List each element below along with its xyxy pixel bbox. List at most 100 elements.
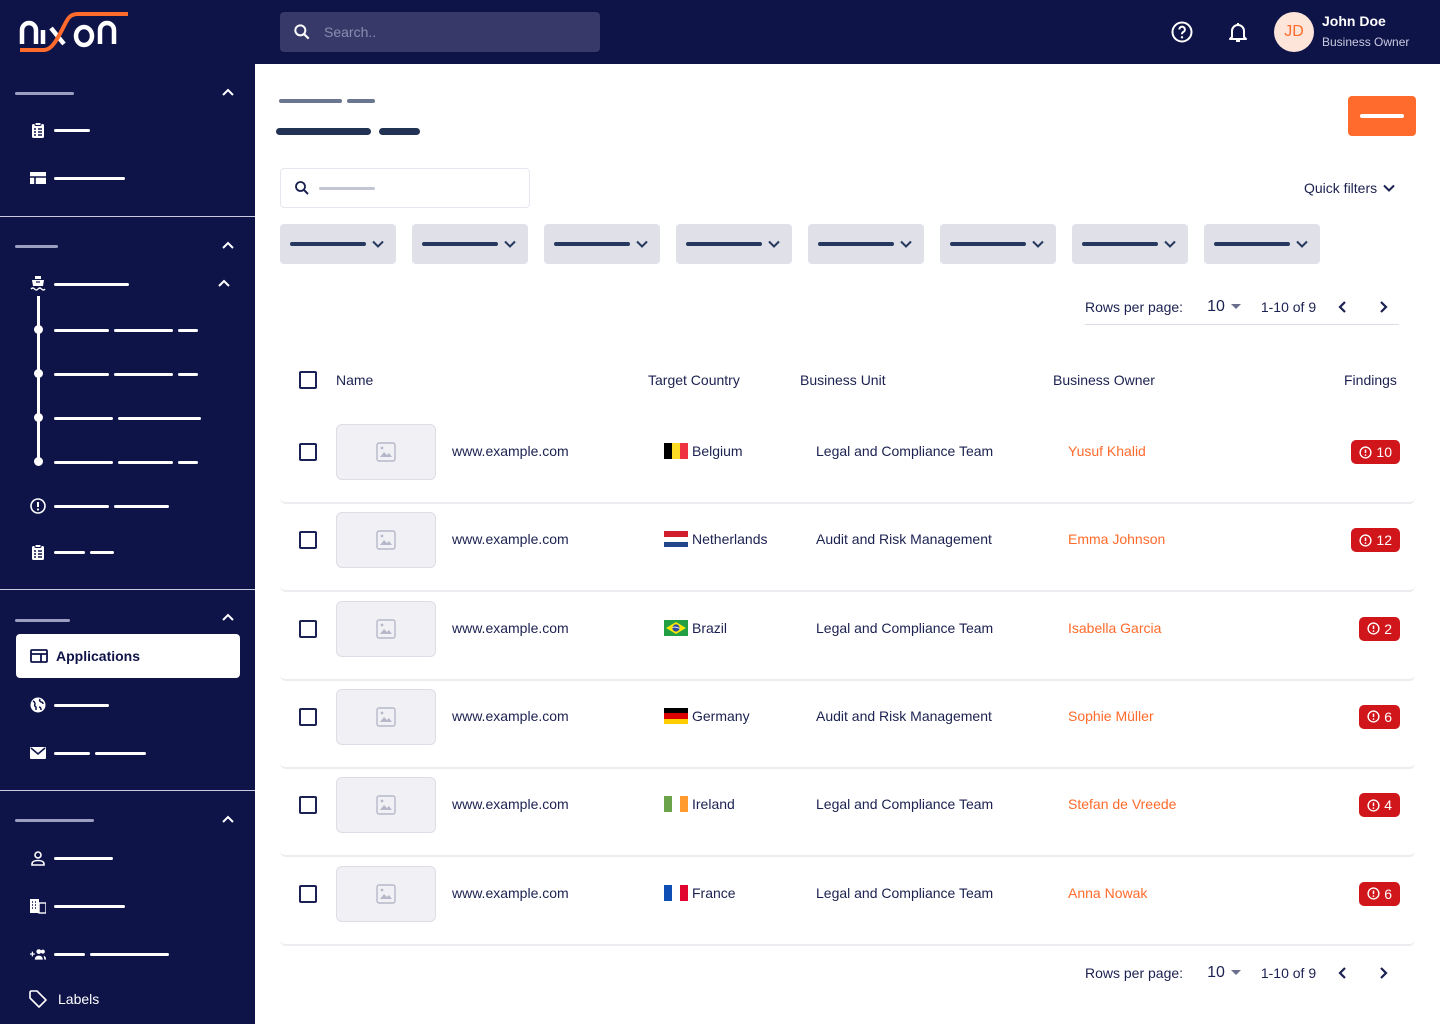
table-row[interactable]: www.example.com Germany Audit and Risk Man… bbox=[280, 681, 1415, 769]
chevron-left-icon[interactable] bbox=[1338, 300, 1348, 314]
filter-dropdown[interactable] bbox=[412, 224, 528, 264]
findings-badge[interactable]: 10 bbox=[1351, 440, 1400, 464]
sidebar-item[interactable] bbox=[30, 846, 118, 870]
row-checkbox[interactable] bbox=[299, 884, 317, 903]
chevron-up-icon[interactable] bbox=[221, 240, 235, 250]
business-owner[interactable]: Yusuf Khalid bbox=[1068, 443, 1146, 459]
global-search-input[interactable]: Search.. bbox=[280, 12, 600, 52]
rows-per-page-select[interactable]: 10 bbox=[1207, 298, 1225, 316]
globe-icon bbox=[30, 697, 46, 713]
chevron-up-icon[interactable] bbox=[221, 87, 235, 97]
row-checkbox[interactable] bbox=[299, 796, 317, 815]
caret-down-icon[interactable] bbox=[1230, 304, 1241, 310]
sidebar-item-applications[interactable]: Applications bbox=[16, 634, 240, 678]
chevron-left-icon[interactable] bbox=[1338, 966, 1348, 980]
rows-per-page-select[interactable]: 10 bbox=[1207, 964, 1225, 982]
chevron-up-icon[interactable] bbox=[221, 814, 235, 824]
user-name[interactable]: John Doe bbox=[1322, 13, 1386, 29]
table-layout-icon bbox=[30, 172, 46, 184]
sidebar-section-title bbox=[15, 819, 94, 822]
table-search-input[interactable] bbox=[280, 168, 530, 208]
help-circle-icon[interactable] bbox=[1170, 20, 1194, 44]
column-header-findings[interactable]: Findings bbox=[1344, 372, 1397, 388]
row-checkbox[interactable] bbox=[299, 619, 317, 638]
tree-node bbox=[34, 325, 43, 334]
findings-badge[interactable]: 4 bbox=[1359, 793, 1400, 818]
findings-badge[interactable]: 2 bbox=[1359, 616, 1400, 641]
business-owner[interactable]: Isabella Garcia bbox=[1068, 620, 1161, 636]
sidebar-subitem[interactable] bbox=[54, 318, 203, 342]
building-icon bbox=[30, 899, 46, 914]
findings-badge[interactable]: 6 bbox=[1359, 704, 1400, 729]
sidebar-subitem[interactable] bbox=[54, 406, 206, 430]
sidebar-item[interactable] bbox=[30, 942, 174, 966]
alert-circle-icon bbox=[1359, 534, 1373, 547]
filter-dropdown[interactable] bbox=[676, 224, 792, 264]
row-checkbox[interactable] bbox=[299, 707, 317, 726]
caret-down-icon[interactable] bbox=[1230, 970, 1241, 976]
table-row[interactable]: www.example.com Belgium Legal and Complian… bbox=[280, 416, 1415, 504]
table-row[interactable]: www.example.com Netherlands Audit and Risk… bbox=[280, 504, 1415, 593]
chevron-down-icon bbox=[1032, 240, 1044, 248]
pagination-bottom: Rows per page: 10 1-10 of 9 bbox=[1085, 964, 1388, 982]
column-header-business-owner[interactable]: Business Owner bbox=[1053, 372, 1155, 388]
sidebar-item[interactable] bbox=[30, 166, 130, 190]
main-content: Quick filters Rows per page: 10 1-10 of … bbox=[255, 64, 1440, 1024]
app-url[interactable]: www.example.com bbox=[452, 531, 569, 547]
business-owner[interactable]: Sophie Müller bbox=[1068, 708, 1154, 724]
row-checkbox[interactable] bbox=[299, 443, 317, 461]
filter-dropdown[interactable] bbox=[280, 224, 396, 264]
clipboard-list-icon bbox=[32, 544, 44, 560]
application-icon bbox=[30, 649, 48, 663]
app-url[interactable]: www.example.com bbox=[452, 885, 569, 901]
business-owner[interactable]: Anna Nowak bbox=[1068, 885, 1147, 901]
redacted-label bbox=[54, 176, 125, 180]
app-url[interactable]: www.example.com bbox=[452, 443, 569, 459]
chevron-up-icon[interactable] bbox=[217, 278, 231, 288]
bell-icon[interactable] bbox=[1226, 20, 1250, 44]
user-avatar[interactable]: JD bbox=[1274, 12, 1314, 52]
row-checkbox[interactable] bbox=[299, 531, 317, 550]
quick-filters-toggle[interactable]: Quick filters bbox=[1304, 180, 1395, 196]
table-row[interactable]: www.example.com Ireland Legal and Complian… bbox=[280, 769, 1415, 858]
breadcrumb-item[interactable] bbox=[347, 99, 375, 103]
column-header-country[interactable]: Target Country bbox=[648, 372, 740, 388]
table-row[interactable]: www.example.com France Legal and Complianc… bbox=[280, 858, 1415, 946]
pagination-top: Rows per page: 10 1-10 of 9 bbox=[1085, 298, 1388, 316]
app-url[interactable]: www.example.com bbox=[452, 620, 569, 636]
column-header-name[interactable]: Name bbox=[336, 372, 373, 388]
findings-badge[interactable]: 6 bbox=[1359, 881, 1400, 906]
sidebar-item[interactable] bbox=[30, 894, 130, 918]
filter-dropdown[interactable] bbox=[1204, 224, 1320, 264]
breadcrumb-item[interactable] bbox=[279, 99, 342, 103]
business-owner[interactable]: Emma Johnson bbox=[1068, 531, 1165, 547]
table-row[interactable]: www.example.com Brazil Legal and Complianc… bbox=[280, 593, 1415, 681]
column-header-business-unit[interactable]: Business Unit bbox=[800, 372, 886, 388]
flag-netherlands-icon bbox=[664, 531, 688, 548]
app-url[interactable]: www.example.com bbox=[452, 708, 569, 724]
nixon-logo[interactable] bbox=[18, 10, 130, 54]
sidebar-item[interactable] bbox=[30, 118, 95, 142]
chevron-right-icon[interactable] bbox=[1378, 966, 1388, 980]
chevron-right-icon[interactable] bbox=[1378, 300, 1388, 314]
filter-dropdown[interactable] bbox=[808, 224, 924, 264]
sidebar-item-labels[interactable]: Labels bbox=[28, 989, 99, 1009]
app-url[interactable]: www.example.com bbox=[452, 796, 569, 812]
sidebar-item[interactable] bbox=[30, 693, 114, 717]
chevron-up-icon[interactable] bbox=[221, 612, 235, 622]
flag-belgium-icon bbox=[664, 443, 688, 459]
sidebar-subitem[interactable] bbox=[54, 362, 203, 386]
primary-action-button[interactable] bbox=[1348, 96, 1416, 136]
sidebar-item[interactable] bbox=[30, 540, 119, 564]
business-owner[interactable]: Stefan de Vreede bbox=[1068, 796, 1176, 812]
sidebar-item-expandable[interactable] bbox=[30, 272, 134, 296]
filter-dropdown[interactable] bbox=[940, 224, 1056, 264]
filter-dropdown[interactable] bbox=[1072, 224, 1188, 264]
sidebar-item[interactable] bbox=[30, 741, 151, 765]
sidebar-item[interactable] bbox=[30, 494, 174, 518]
select-all-checkbox[interactable] bbox=[299, 371, 317, 389]
business-unit: Legal and Compliance Team bbox=[816, 796, 994, 813]
findings-badge[interactable]: 12 bbox=[1351, 528, 1400, 553]
sidebar-subitem[interactable] bbox=[54, 450, 203, 474]
filter-dropdown[interactable] bbox=[544, 224, 660, 264]
